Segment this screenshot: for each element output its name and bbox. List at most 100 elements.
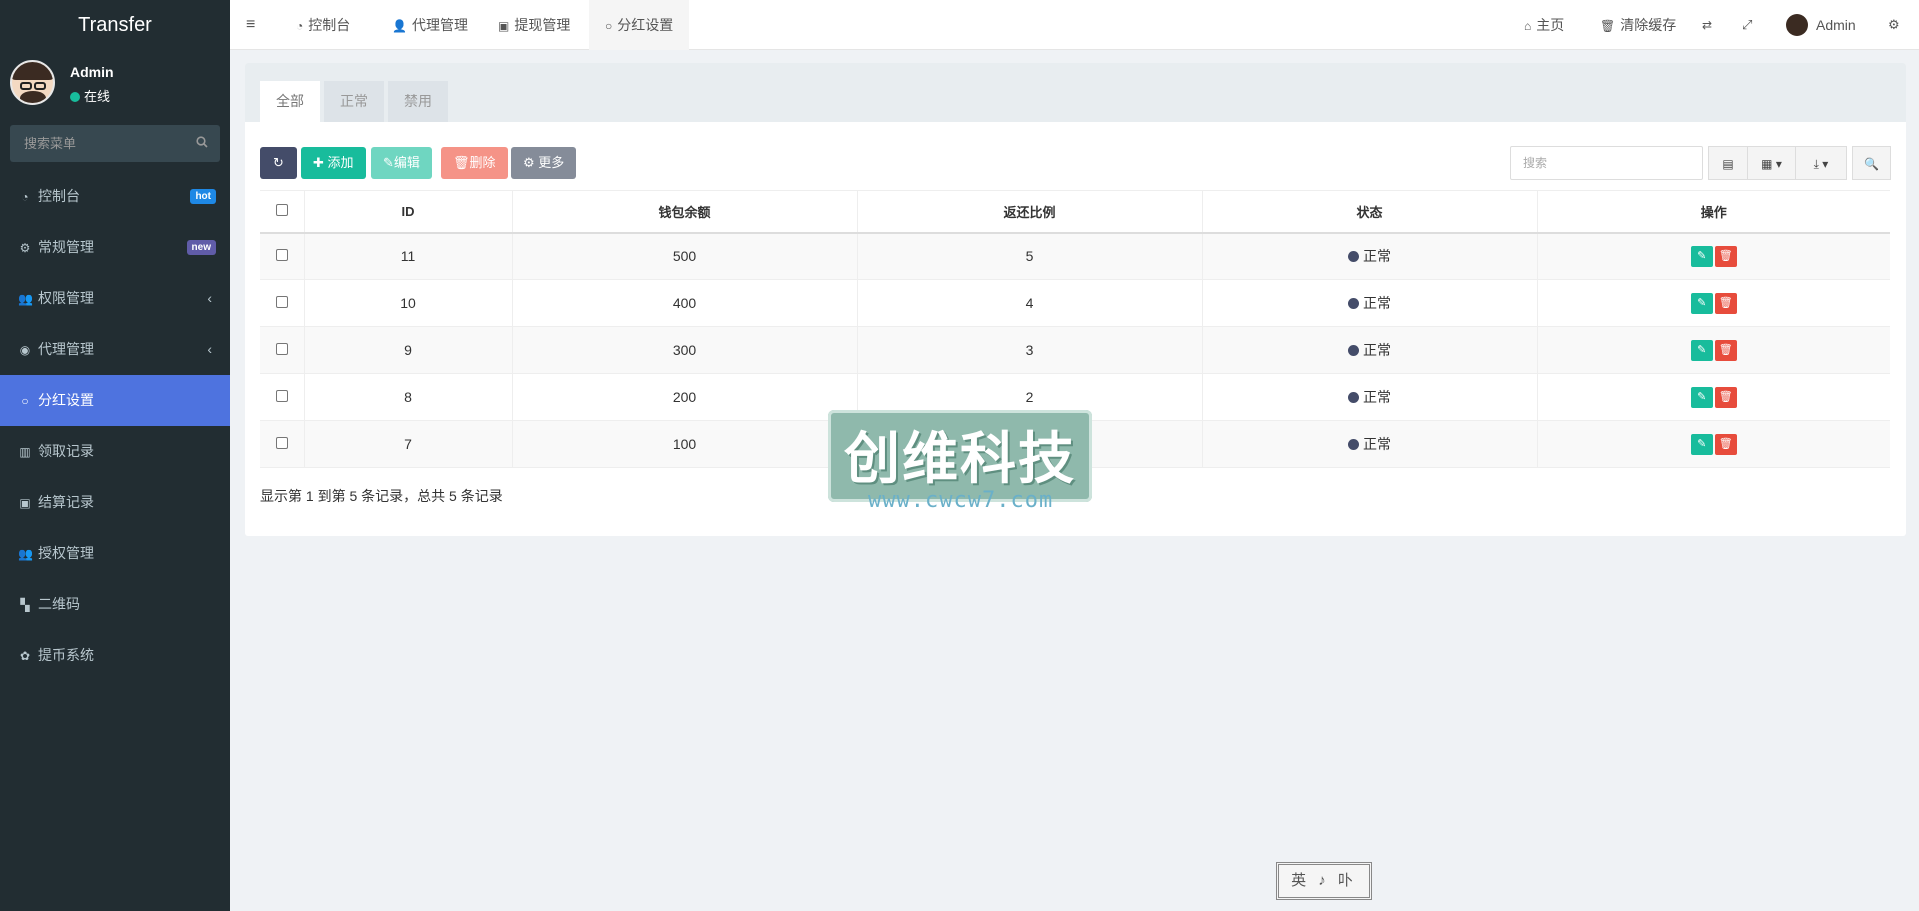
gear-icon: ✿ xyxy=(19,649,31,663)
row-checkbox[interactable] xyxy=(275,390,288,402)
more-button[interactable]: ⚙ 更多 xyxy=(511,147,577,179)
nav-tab-dividend[interactable]: ○ 分红设置 xyxy=(589,0,690,50)
row-checkbox[interactable] xyxy=(275,296,288,308)
sidebar-item-permissions[interactable]: 👥 权限管理 ‹ xyxy=(0,273,230,324)
row-edit-button[interactable]: ✎ xyxy=(1690,386,1713,408)
column-header-id[interactable]: ID xyxy=(304,190,513,234)
search-icon: 🔍 xyxy=(1864,157,1879,171)
clear-cache-label: 清除缓存 xyxy=(1620,17,1677,33)
sidebar-item-label: 授权管理 xyxy=(38,545,94,561)
cell-actions: ✎ 🗑 xyxy=(1537,326,1890,374)
row-edit-button[interactable]: ✎ xyxy=(1690,339,1713,361)
table-row[interactable]: 11 500 5 正常 ✎ 🗑 xyxy=(260,232,1890,280)
sidebar-item-settlement[interactable]: ▣ 结算记录 xyxy=(0,477,230,528)
users-icon: 👥 xyxy=(18,292,33,306)
sidebar-item-dividend[interactable]: ○ 分红设置 xyxy=(0,375,230,426)
column-header-ratio[interactable]: 返还比例 xyxy=(857,190,1203,234)
cell-id: 11 xyxy=(304,232,513,280)
sidebar-item-dashboard[interactable]: ◔ 控制台 hot xyxy=(0,171,230,222)
fullscreen-icon[interactable]: ⤢ xyxy=(1742,0,1752,50)
tab-disabled[interactable]: 禁用 xyxy=(388,81,448,122)
row-checkbox[interactable] xyxy=(275,343,288,355)
table-row[interactable]: 10 400 4 正常 ✎ 🗑 xyxy=(260,279,1890,327)
row-edit-button[interactable]: ✎ xyxy=(1690,245,1713,267)
select-all-checkbox[interactable] xyxy=(275,203,288,216)
admin-menu[interactable]: Admin xyxy=(1786,0,1856,50)
watermark-url: www.cwcw7.com xyxy=(868,488,1054,513)
translate-icon[interactable]: ⇄ xyxy=(1702,0,1712,50)
cc-icon: ▣ xyxy=(19,496,31,510)
more-label: 更多 xyxy=(538,155,565,170)
nav-tab-agents[interactable]: 👤 代理管理 xyxy=(388,0,472,50)
column-header-balance[interactable]: 钱包余额 xyxy=(512,190,858,234)
home-link[interactable]: ⌂ 主页 xyxy=(1524,0,1564,50)
toggle-view-button[interactable]: ▤ xyxy=(1708,146,1748,180)
nav-tab-withdrawals[interactable]: ▣ 提现管理 xyxy=(494,0,574,50)
filter-tabs: 全部 正常 禁用 xyxy=(245,63,1906,122)
columns-button[interactable]: ▦ ▾ xyxy=(1747,146,1796,180)
avatar[interactable] xyxy=(10,60,55,105)
table-row[interactable]: 9 300 3 正常 ✎ 🗑 xyxy=(260,326,1890,374)
row-delete-button[interactable]: 🗑 xyxy=(1714,433,1737,455)
clear-cache-button[interactable]: 🗑 清除缓存 xyxy=(1600,0,1676,50)
sidebar-item-label: 提币系统 xyxy=(38,647,94,663)
row-checkbox[interactable] xyxy=(275,249,288,262)
status-label: 正常 xyxy=(1363,248,1391,265)
menu-toggle-icon[interactable]: ≡ xyxy=(246,0,255,50)
sidebar-item-withdraw-system[interactable]: ✿ 提币系统 xyxy=(0,630,230,681)
column-header-status[interactable]: 状态 xyxy=(1202,190,1538,234)
cell-balance: 400 xyxy=(512,279,858,327)
sidebar-item-general[interactable]: ⚙ 常规管理 new xyxy=(0,222,230,273)
sidebar: Transfer Admin 在线 ◔ 控制台 hot ⚙ 常规管理 new 👥 权限管理… xyxy=(0,0,230,911)
user-icon: 👤 xyxy=(392,19,407,33)
sidebar-item-label: 权限管理 xyxy=(38,290,94,306)
status-dot-icon xyxy=(1348,345,1359,356)
cell-actions: ✎ 🗑 xyxy=(1537,420,1890,468)
row-delete-button[interactable]: 🗑 xyxy=(1714,245,1737,267)
row-delete-button[interactable]: 🗑 xyxy=(1714,339,1737,361)
sidebar-item-agents[interactable]: ◉ 代理管理 ‹ xyxy=(0,324,230,375)
cell-actions: ✎ 🗑 xyxy=(1537,232,1890,280)
row-edit-button[interactable]: ✎ xyxy=(1690,292,1713,314)
cogs-icon[interactable]: ⚙ xyxy=(1888,0,1900,50)
search-icon[interactable] xyxy=(196,135,208,151)
status-label: 正常 xyxy=(1363,295,1391,311)
plus-icon: ✚ xyxy=(313,155,328,170)
sidebar-item-authorization[interactable]: 👥 授权管理 xyxy=(0,528,230,579)
sidebar-item-label: 常规管理 xyxy=(38,239,94,255)
cogs-icon: ⚙ xyxy=(19,241,31,255)
home-label: 主页 xyxy=(1536,17,1565,33)
sidebar-item-qrcode[interactable]: ▚ 二维码 xyxy=(0,579,230,630)
table-search-input[interactable] xyxy=(1510,146,1703,180)
trash-icon: 🗑 xyxy=(1600,19,1616,33)
cell-id: 9 xyxy=(304,326,513,374)
sidebar-item-label: 分红设置 xyxy=(38,392,94,408)
user-status-label: 在线 xyxy=(84,89,111,104)
ime-indicator[interactable]: 英 ♪ 卟 xyxy=(1276,862,1372,900)
edit-label: 编辑 xyxy=(393,155,420,170)
export-button[interactable]: ⤓ ▾ xyxy=(1795,146,1847,180)
nav-tab-dashboard[interactable]: ◔ 控制台 xyxy=(292,0,354,50)
top-navbar: ≡ ◔ 控制台 👤 代理管理 ▣ 提现管理 ○ 分红设置 ⌂ 主页 🗑 清除缓存 ⇄ ⤢ A… xyxy=(230,0,1919,50)
users-icon: 👥 xyxy=(18,547,33,561)
sidebar-item-claims[interactable]: ▥ 领取记录 xyxy=(0,426,230,477)
add-button[interactable]: ✚ 添加 xyxy=(301,147,366,179)
app-logo[interactable]: Transfer xyxy=(0,0,230,50)
select-all-cell xyxy=(260,190,305,234)
advanced-search-button[interactable]: 🔍 xyxy=(1852,146,1891,180)
tab-all[interactable]: 全部 xyxy=(260,81,320,122)
row-edit-button[interactable]: ✎ xyxy=(1690,433,1713,455)
menu-search-input[interactable] xyxy=(10,125,220,162)
pagination-info: 显示第 1 到第 5 条记录，总共 5 条记录 xyxy=(260,488,503,504)
sidebar-item-label: 领取记录 xyxy=(38,443,94,459)
row-delete-button[interactable]: 🗑 xyxy=(1714,292,1737,314)
dashboard-icon: ◔ xyxy=(296,19,304,33)
delete-button[interactable]: 🗑删除 xyxy=(441,147,508,179)
tab-normal[interactable]: 正常 xyxy=(324,81,384,122)
user-status: 在线 xyxy=(70,86,110,105)
row-checkbox[interactable] xyxy=(275,437,288,449)
edit-button[interactable]: ✎编辑 xyxy=(371,147,432,179)
refresh-button[interactable]: ↻ xyxy=(260,147,297,179)
avatar xyxy=(1786,14,1808,36)
row-delete-button[interactable]: 🗑 xyxy=(1714,386,1737,408)
